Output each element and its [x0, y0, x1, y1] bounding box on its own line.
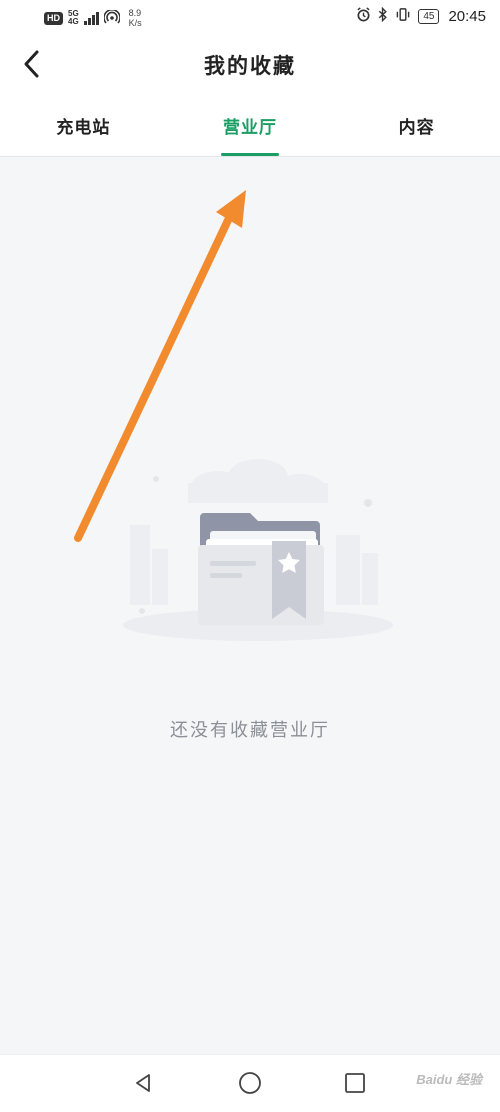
tab-bar: 充电站 营业厅 内容 [0, 94, 500, 157]
battery-icon: 45 [418, 8, 440, 24]
hotspot-icon [102, 8, 121, 27]
nav-back-button[interactable] [128, 1068, 158, 1098]
speed-unit: K/s [128, 18, 142, 28]
status-right: 45 20:45 [356, 6, 486, 25]
empty-state-message: 还没有收藏营业厅 [170, 720, 330, 741]
tab-charging-stations[interactable]: 充电站 [0, 94, 167, 156]
triangle-back-icon [136, 1074, 150, 1092]
circle-home-icon [239, 1072, 261, 1094]
status-bar: HD 5G 4G 8.9 K/s 45 20:45 [0, 0, 500, 34]
nav-home-button[interactable] [235, 1068, 265, 1098]
alarm-icon [356, 7, 371, 25]
vibrate-icon [395, 7, 411, 25]
hd-badge: HD [44, 11, 63, 25]
status-left: HD 5G 4G 8.9 K/s [44, 8, 142, 28]
square-recents-icon [345, 1073, 365, 1093]
network-sub-label: 4G [68, 17, 79, 26]
clock: 20:45 [448, 7, 486, 25]
tab-service-halls[interactable]: 营业厅 [167, 94, 334, 156]
page-title: 我的收藏 [204, 54, 296, 78]
system-nav-bar: Baidu 经验 [0, 1054, 500, 1112]
nav-recents-button[interactable] [340, 1068, 370, 1098]
speed-value: 8.9 [128, 8, 142, 18]
bluetooth-icon [378, 6, 388, 25]
tab-content[interactable]: 内容 [333, 94, 500, 156]
watermark: Baidu 经验 [416, 1072, 482, 1087]
network-speed: 8.9 K/s [129, 8, 142, 28]
annotation-arrow-icon [74, 190, 246, 542]
header: 我的收藏 [0, 34, 500, 94]
network-type: 5G 4G [68, 10, 79, 26]
signal-icon [83, 11, 99, 25]
